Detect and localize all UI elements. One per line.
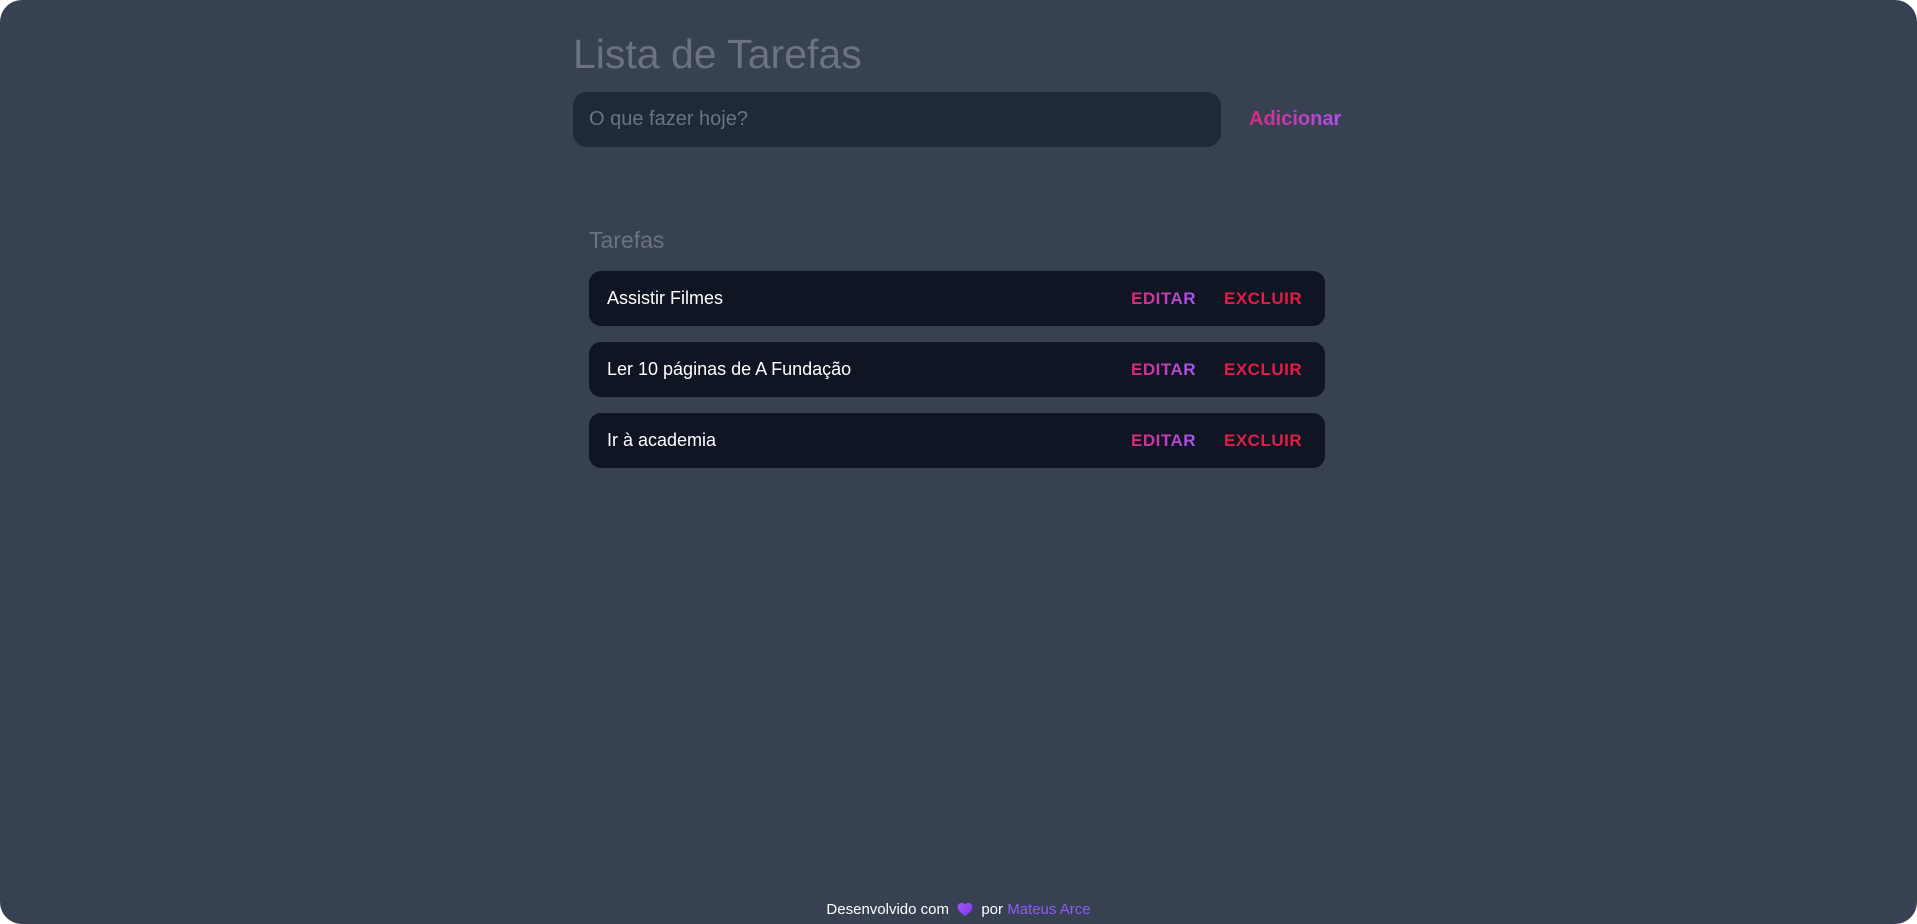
- add-button[interactable]: Adicionar: [1243, 92, 1349, 147]
- task-text: Ler 10 páginas de A Fundação: [607, 359, 852, 379]
- footer: Desenvolvido com por Mateus Arce: [0, 900, 1917, 923]
- task-form: Adicionar: [573, 92, 1353, 147]
- edit-button[interactable]: EDITAR: [1131, 342, 1196, 397]
- edit-button[interactable]: EDITAR: [1131, 413, 1196, 468]
- delete-button[interactable]: EXCLUIR: [1224, 271, 1302, 326]
- task-text: Assistir Filmes: [607, 288, 723, 308]
- tasks-section: Tarefas Assistir Filmes EDITAR EXCLUIR L…: [589, 222, 1325, 471]
- footer-middle: por: [981, 901, 1004, 918]
- task-input[interactable]: [573, 92, 1221, 147]
- task-item: Assistir Filmes EDITAR EXCLUIR: [589, 271, 1325, 326]
- delete-button[interactable]: EXCLUIR: [1224, 342, 1302, 397]
- footer-prefix: Desenvolvido com: [826, 901, 949, 918]
- edit-button[interactable]: EDITAR: [1131, 271, 1196, 326]
- task-list: Assistir Filmes EDITAR EXCLUIR Ler 10 pá…: [589, 271, 1325, 468]
- task-item: Ler 10 páginas de A Fundação EDITAR EXCL…: [589, 342, 1325, 397]
- section-title: Tarefas: [589, 227, 665, 253]
- task-text: Ir à academia: [607, 430, 717, 450]
- author-link[interactable]: Mateus Arce: [1007, 901, 1090, 918]
- heart-icon: [957, 902, 973, 923]
- task-item: Ir à academia EDITAR EXCLUIR: [589, 413, 1325, 468]
- delete-button[interactable]: EXCLUIR: [1224, 413, 1302, 468]
- app-window: Lista de Tarefas Adicionar Tarefas Assis…: [0, 0, 1917, 924]
- page-title: Lista de Tarefas: [573, 31, 862, 77]
